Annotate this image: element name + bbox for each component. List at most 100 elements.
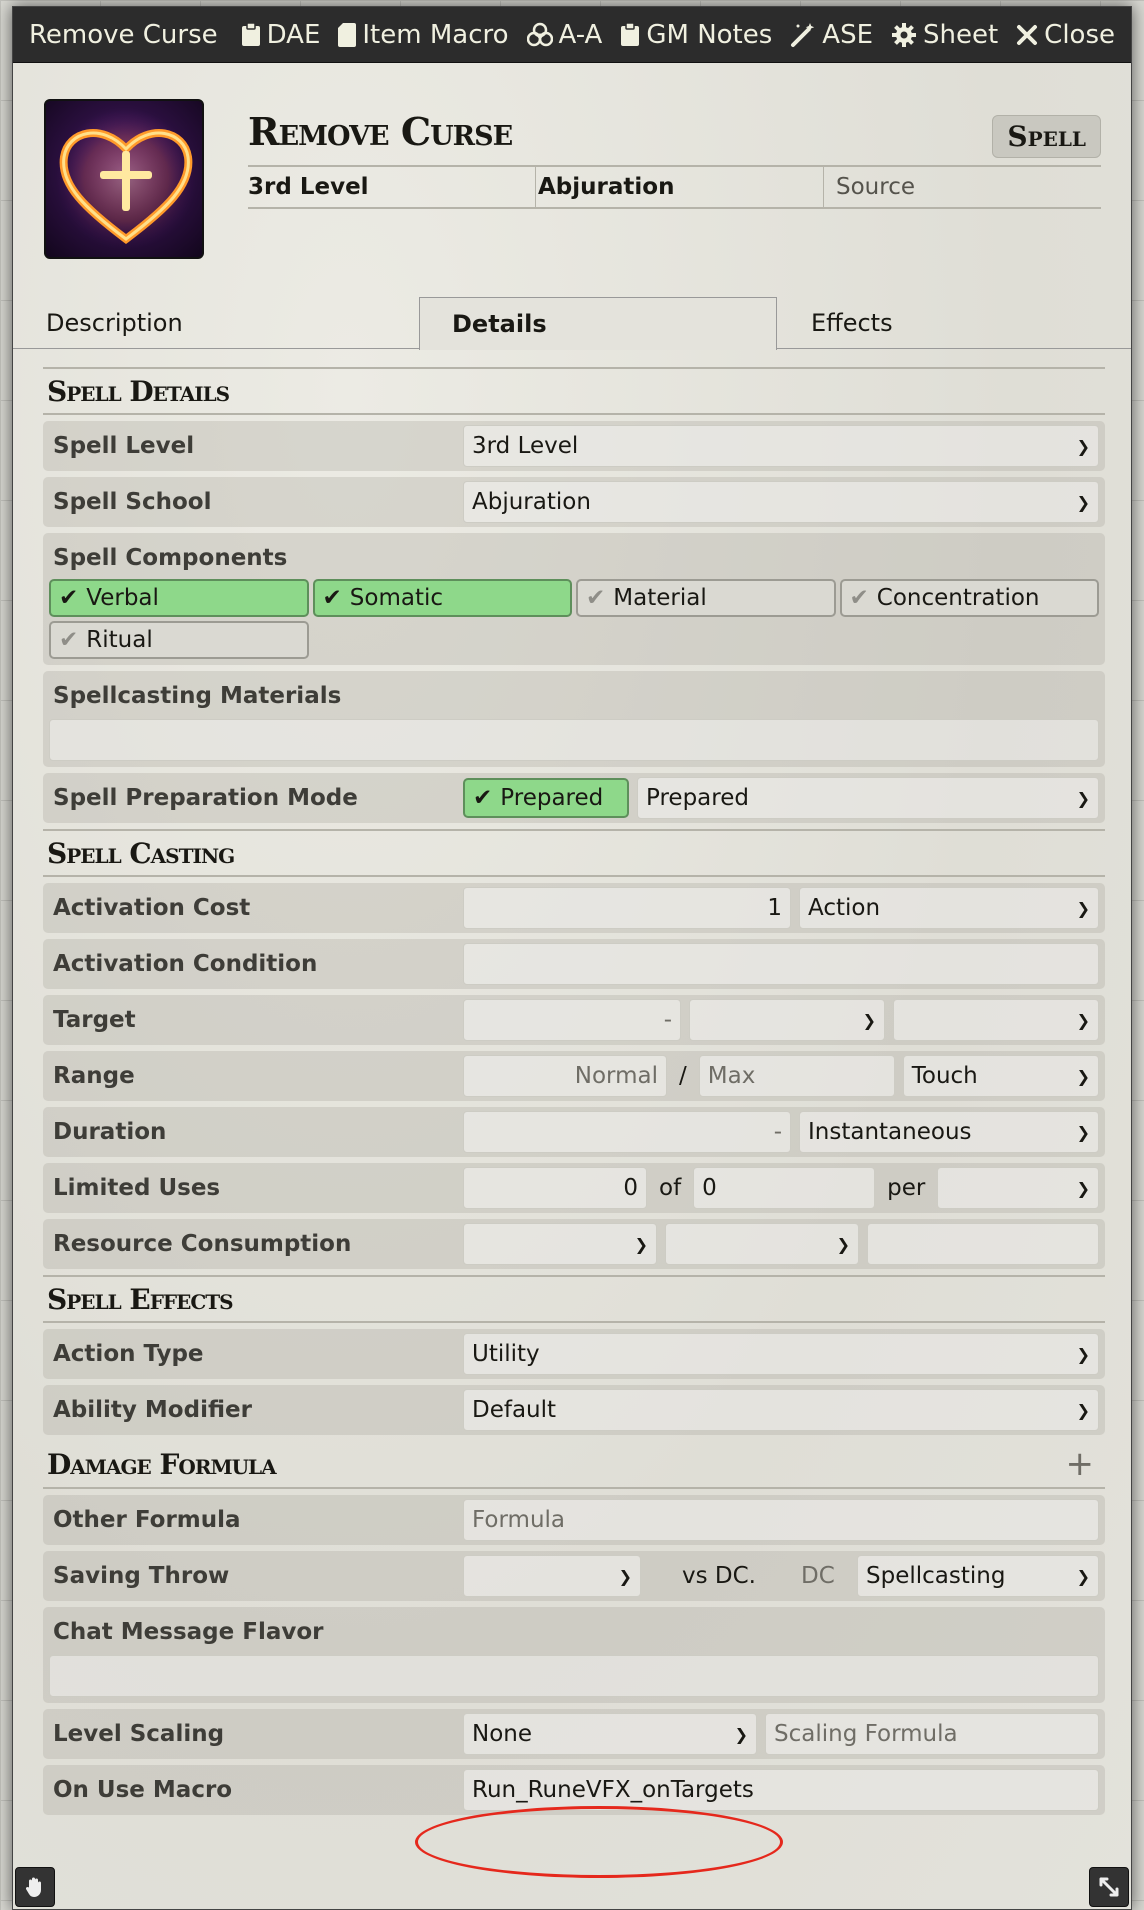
item-portrait[interactable]: [44, 99, 204, 259]
spell-school-select[interactable]: Abjuration ❯: [463, 481, 1099, 523]
activation-type-value: Action: [808, 895, 881, 921]
duration-row: Duration - Instantaneous ❯: [43, 1107, 1105, 1157]
target-value-input[interactable]: -: [463, 999, 681, 1041]
spell-level-row: Spell Level 3rd Level ❯: [43, 421, 1105, 471]
somatic-label: Somatic: [349, 585, 444, 611]
verbal-checkbox[interactable]: ✔ Verbal: [49, 579, 309, 617]
resource-target-select[interactable]: ❯: [665, 1223, 859, 1265]
somatic-checkbox[interactable]: ✔ Somatic: [312, 579, 572, 617]
chevron-down-icon: ❯: [634, 1234, 648, 1254]
chevron-down-icon: ❯: [1076, 1010, 1090, 1030]
spell-preparation-row: Spell Preparation Mode ✔ Prepared Prepare…: [43, 773, 1105, 823]
item-name[interactable]: Remove Curse: [248, 109, 513, 154]
resource-amount-input[interactable]: [867, 1223, 1099, 1265]
chevron-down-icon: ❯: [862, 1010, 876, 1030]
close-button[interactable]: Close: [1016, 20, 1115, 50]
annotation-ring: [415, 1806, 783, 1878]
action-type-value: Utility: [472, 1341, 540, 1367]
chevron-down-icon: ❯: [1076, 1566, 1090, 1586]
summary-level: 3rd Level: [248, 167, 536, 207]
save-scaling-select[interactable]: Spellcasting ❯: [857, 1555, 1099, 1597]
uses-of-text: of: [659, 1175, 682, 1201]
hand-icon[interactable]: [15, 1867, 55, 1907]
spellcasting-materials-row: Spellcasting Materials: [43, 671, 1105, 767]
range-row: Range Normal / Max Touch ❯: [43, 1051, 1105, 1101]
duration-unit-select[interactable]: Instantaneous ❯: [799, 1111, 1099, 1153]
chat-flavor-row: Chat Message Flavor: [43, 1607, 1105, 1703]
uses-value-input[interactable]: 0: [463, 1167, 647, 1209]
dae-button[interactable]: DAE: [241, 19, 321, 50]
heart-icon: [56, 109, 196, 249]
activation-condition-input[interactable]: [463, 943, 1099, 985]
source-input[interactable]: Source: [824, 167, 1101, 207]
dae-label: DAE: [266, 19, 321, 50]
ritual-checkbox[interactable]: ✔ Ritual: [49, 621, 309, 659]
sheet-tabs: Description Details Effects: [13, 297, 1131, 350]
target-type-select[interactable]: ❯: [893, 999, 1099, 1041]
window-header[interactable]: Remove Curse DAE Item Macro A-A GM Notes…: [13, 7, 1131, 63]
gear-icon: [892, 22, 916, 47]
other-formula-input[interactable]: Formula: [463, 1499, 1099, 1541]
add-damage-button[interactable]: +: [1066, 1444, 1094, 1484]
activation-cost-input[interactable]: 1: [463, 887, 791, 929]
item-macro-button[interactable]: Item Macro: [338, 20, 509, 50]
ability-modifier-value: Default: [472, 1397, 557, 1423]
action-type-select[interactable]: Utility ❯: [463, 1333, 1099, 1375]
prepared-toggle-label: Prepared: [500, 785, 604, 811]
preparation-mode-select[interactable]: Prepared ❯: [637, 777, 1099, 819]
range-unit-select[interactable]: Touch ❯: [902, 1055, 1099, 1097]
tab-details[interactable]: Details: [419, 297, 777, 350]
checkmark-icon: ✔: [59, 585, 79, 611]
vs-dc-text: vs DC.: [682, 1563, 756, 1589]
activation-type-select[interactable]: Action ❯: [799, 887, 1099, 929]
save-ability-select[interactable]: ❯: [463, 1555, 641, 1597]
resize-handle-icon[interactable]: [1089, 1867, 1129, 1907]
range-max-input[interactable]: Max: [698, 1055, 895, 1097]
gm-notes-button[interactable]: GM Notes: [620, 20, 772, 50]
gm-notes-label: GM Notes: [646, 19, 773, 50]
ability-modifier-select[interactable]: Default ❯: [463, 1389, 1099, 1431]
uses-period-select[interactable]: ❯: [937, 1167, 1099, 1209]
sheet-button[interactable]: Sheet: [891, 20, 998, 50]
target-unit-select[interactable]: ❯: [689, 999, 885, 1041]
ase-button[interactable]: ASE: [790, 20, 873, 50]
damage-formula-heading-text: Damage Formula: [47, 1447, 277, 1481]
uses-max-input[interactable]: 0: [693, 1167, 876, 1209]
chevron-down-icon: ❯: [1076, 436, 1090, 456]
item-sheet-window: Remove Curse DAE Item Macro A-A GM Notes…: [12, 6, 1132, 1910]
level-scaling-value: None: [472, 1721, 533, 1747]
tab-effects[interactable]: Effects: [811, 297, 893, 349]
window-title: Remove Curse: [29, 19, 218, 50]
target-row: Target - ❯ ❯: [43, 995, 1105, 1045]
chevron-down-icon: ❯: [618, 1566, 632, 1586]
prepared-checkbox[interactable]: ✔ Prepared: [463, 778, 629, 818]
a-a-button[interactable]: A-A: [526, 20, 602, 50]
range-normal-input[interactable]: Normal: [463, 1055, 667, 1097]
close-label: Close: [1044, 19, 1115, 50]
on-use-macro-input[interactable]: Run_RuneVFX_onTargets: [463, 1769, 1099, 1811]
chat-flavor-input[interactable]: [49, 1655, 1099, 1697]
level-scaling-row: Level Scaling None ❯ Scaling Formula: [43, 1709, 1105, 1759]
activation-condition-label: Activation Condition: [53, 951, 318, 977]
spell-level-select[interactable]: 3rd Level ❯: [463, 425, 1099, 467]
tab-description[interactable]: Description: [46, 297, 183, 349]
concentration-checkbox[interactable]: ✔ Concentration: [839, 579, 1099, 617]
spell-school-row: Spell School Abjuration ❯: [43, 477, 1105, 527]
material-checkbox[interactable]: ✔ Material: [576, 579, 836, 617]
resource-type-select[interactable]: ❯: [463, 1223, 657, 1265]
chevron-down-icon: ❯: [1076, 1066, 1090, 1086]
resource-consumption-row: Resource Consumption ❯ ❯: [43, 1219, 1105, 1269]
scaling-formula-input[interactable]: Scaling Formula: [765, 1713, 1099, 1755]
action-type-label: Action Type: [53, 1341, 204, 1367]
checkmark-icon: ✔: [586, 585, 606, 611]
duration-value-input[interactable]: -: [463, 1111, 791, 1153]
other-formula-label: Other Formula: [53, 1507, 241, 1533]
saving-throw-label: Saving Throw: [53, 1563, 230, 1589]
damage-formula-heading: Damage Formula +: [43, 1441, 1105, 1489]
details-content: Spell Details Spell Level 3rd Level ❯ Spe…: [43, 367, 1105, 1821]
checkmark-icon: ✔: [849, 585, 869, 611]
spellcasting-materials-input[interactable]: [49, 719, 1099, 761]
spell-casting-heading-text: Spell Casting: [47, 836, 235, 870]
level-scaling-select[interactable]: None ❯: [463, 1713, 757, 1755]
spell-effects-heading-text: Spell Effects: [47, 1282, 234, 1316]
